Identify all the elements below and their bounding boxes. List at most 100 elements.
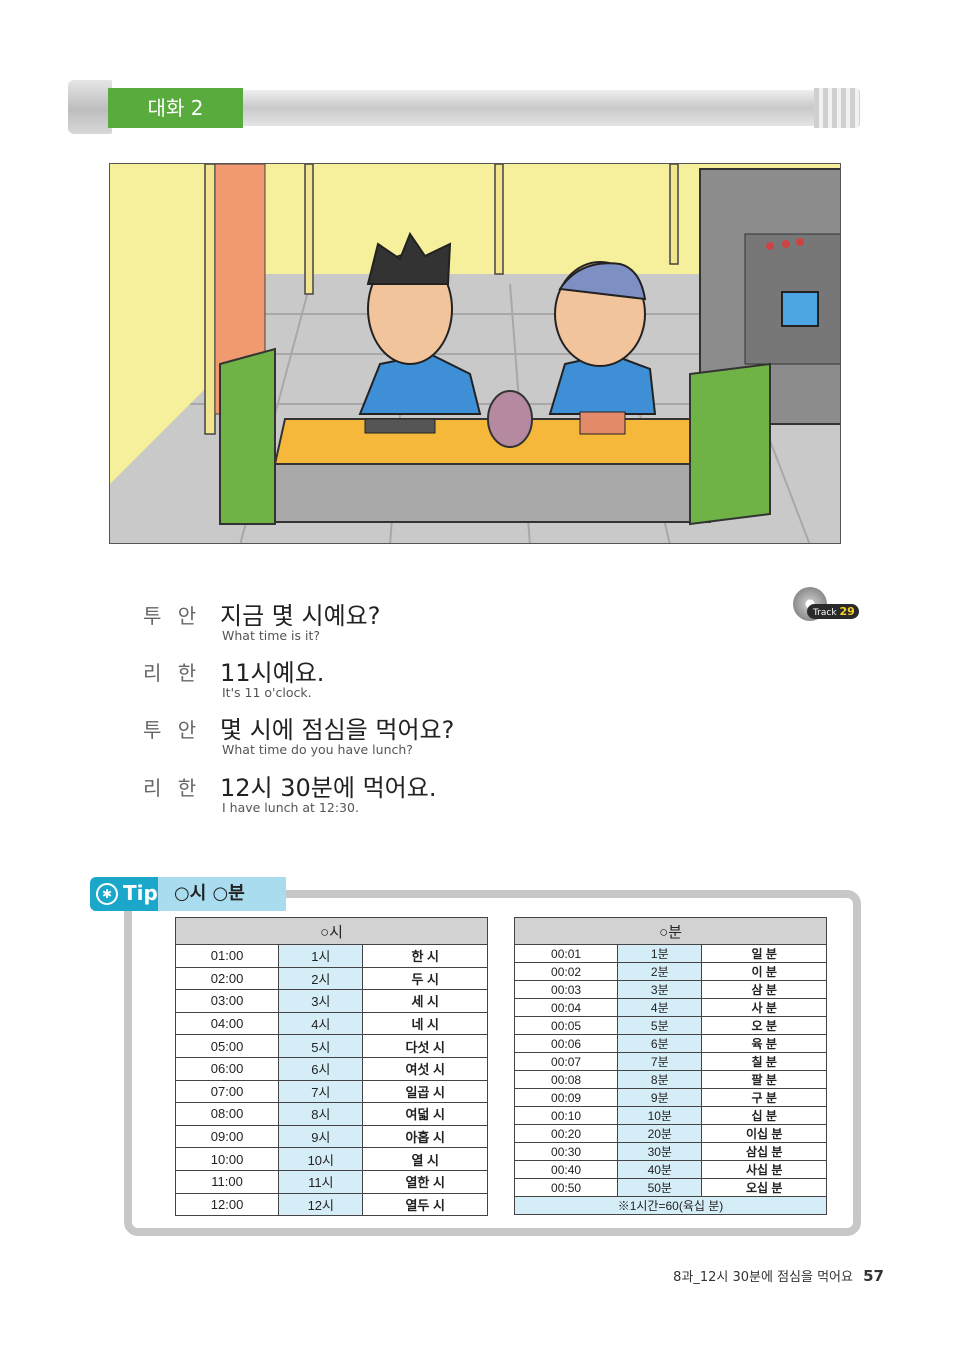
number-cell: 2시 <box>278 966 364 991</box>
number-cell: 8분 <box>617 1070 703 1089</box>
table-row: 00:50 50분 오십 분 <box>513 1178 827 1197</box>
time-cell: 07:00 <box>174 1079 280 1104</box>
reading-cell: 한 시 <box>362 944 488 968</box>
time-cell: 00:03 <box>513 980 619 999</box>
number-cell: 1시 <box>278 944 364 968</box>
time-cell: 00:08 <box>513 1070 619 1089</box>
number-cell: 5시 <box>278 1034 364 1058</box>
track-number: 29 <box>839 605 855 618</box>
lightbulb-icon: ✱ <box>96 883 118 905</box>
reading-cell: 열 시 <box>362 1147 488 1171</box>
korean-sentence: 몇 시에 점심을 먹어요? <box>220 716 455 744</box>
speaker-name: 투 안 <box>143 718 202 742</box>
page-footer: 8과_12시 30분에 점심을 먹어요 57 <box>673 1266 884 1285</box>
table-row: 12:00 12시 열두 시 <box>174 1192 488 1217</box>
number-cell: 7분 <box>617 1052 703 1071</box>
time-cell: 03:00 <box>174 989 280 1013</box>
table-row: 07:00 7시 일곱 시 <box>174 1079 488 1104</box>
time-cell: 00:05 <box>513 1016 619 1035</box>
reading-cell: 사 분 <box>701 998 827 1017</box>
reading-cell: 세 시 <box>362 989 488 1013</box>
number-cell: 7시 <box>278 1079 364 1104</box>
number-cell: 10분 <box>617 1106 703 1125</box>
time-cell: 00:20 <box>513 1124 619 1143</box>
reading-cell: 오 분 <box>701 1016 827 1035</box>
time-cell: 02:00 <box>174 966 280 991</box>
time-cell: 06:00 <box>174 1056 280 1081</box>
reading-cell: 이 분 <box>701 962 827 981</box>
english-translation: What time do you have lunch? <box>222 742 413 757</box>
table-row: 00:07 7분 칠 분 <box>513 1052 827 1071</box>
reading-cell: 이십 분 <box>701 1124 827 1143</box>
reading-cell: 열한 시 <box>362 1169 488 1194</box>
table-row: 00:01 1분 일 분 <box>513 944 827 963</box>
table-row: 04:00 4시 네 시 <box>174 1011 488 1036</box>
time-cell: 08:00 <box>174 1102 280 1126</box>
time-cell: 05:00 <box>174 1034 280 1058</box>
number-cell: 5분 <box>617 1016 703 1035</box>
table-row: 00:02 2분 이 분 <box>513 962 827 981</box>
table-row: 00:09 9분 구 분 <box>513 1088 827 1107</box>
time-cell: 00:04 <box>513 998 619 1017</box>
table-row: 00:05 5분 오 분 <box>513 1016 827 1035</box>
speaker-name: 투 안 <box>143 604 202 628</box>
number-cell: 10시 <box>278 1147 364 1171</box>
time-cell: 00:07 <box>513 1052 619 1071</box>
reading-cell: 팔 분 <box>701 1070 827 1089</box>
time-cell: 00:09 <box>513 1088 619 1107</box>
tip-word: Tip <box>123 881 158 905</box>
table-row: 00:04 4분 사 분 <box>513 998 827 1017</box>
table-row: 00:20 20분 이십 분 <box>513 1124 827 1143</box>
korean-sentence: 11시예요. <box>220 659 325 687</box>
table-row: 03:00 3시 세 시 <box>174 989 488 1013</box>
reading-cell: 여섯 시 <box>362 1056 488 1081</box>
reading-cell: 오십 분 <box>701 1178 827 1197</box>
time-cell: 11:00 <box>174 1169 280 1194</box>
table-row: 11:00 11시 열한 시 <box>174 1169 488 1194</box>
number-cell: 4분 <box>617 998 703 1017</box>
table-row: 09:00 9시 아홉 시 <box>174 1124 488 1149</box>
table-row: 00:08 8분 팔 분 <box>513 1070 827 1089</box>
tip-title: ○시 ○분 <box>158 877 286 911</box>
korean-sentence: 12시 30분에 먹어요. <box>220 774 437 802</box>
minutes-table-header: ○분 <box>514 917 827 945</box>
section-label: 대화 2 <box>108 88 243 128</box>
reading-cell: 칠 분 <box>701 1052 827 1071</box>
reading-cell: 일곱 시 <box>362 1079 488 1104</box>
reading-cell: 사십 분 <box>701 1160 827 1179</box>
header-bolt-thread <box>814 88 860 128</box>
number-cell: 3분 <box>617 980 703 999</box>
track-label: Track 29 <box>807 604 859 619</box>
table-row: 05:00 5시 다섯 시 <box>174 1034 488 1058</box>
number-cell: 9분 <box>617 1088 703 1107</box>
time-cell: 10:00 <box>174 1147 280 1171</box>
table-row: 01:00 1시 한 시 <box>174 944 488 968</box>
number-cell: 6분 <box>617 1034 703 1053</box>
table-row: 00:40 40분 사십 분 <box>513 1160 827 1179</box>
time-cell: 04:00 <box>174 1011 280 1036</box>
table-row: 00:03 3분 삼 분 <box>513 980 827 999</box>
header-bolt-head <box>68 80 112 134</box>
reading-cell: 십 분 <box>701 1106 827 1125</box>
hours-table-header: ○시 <box>175 917 488 945</box>
speaker-name: 리 한 <box>143 776 202 800</box>
number-cell: 9시 <box>278 1124 364 1149</box>
reading-cell: 여덟 시 <box>362 1102 488 1126</box>
table-row: 06:00 6시 여섯 시 <box>174 1056 488 1081</box>
time-cell: 09:00 <box>174 1124 280 1149</box>
minutes-note: ※1시간=60(육십 분) <box>514 1196 827 1215</box>
time-cell: 12:00 <box>174 1192 280 1217</box>
time-cell: 01:00 <box>174 944 280 968</box>
reading-cell: 두 시 <box>362 966 488 991</box>
reading-cell: 열두 시 <box>362 1192 488 1217</box>
table-row: 02:00 2시 두 시 <box>174 966 488 991</box>
number-cell: 50분 <box>617 1178 703 1197</box>
table-row: 00:06 6분 육 분 <box>513 1034 827 1053</box>
english-translation: It's 11 o'clock. <box>222 685 312 700</box>
table-row: 00:30 30분 삼십 분 <box>513 1142 827 1161</box>
reading-cell: 네 시 <box>362 1011 488 1036</box>
table-row: 10:00 10시 열 시 <box>174 1147 488 1171</box>
table-row: 08:00 8시 여덟 시 <box>174 1102 488 1126</box>
number-cell: 6시 <box>278 1056 364 1081</box>
number-cell: 8시 <box>278 1102 364 1126</box>
